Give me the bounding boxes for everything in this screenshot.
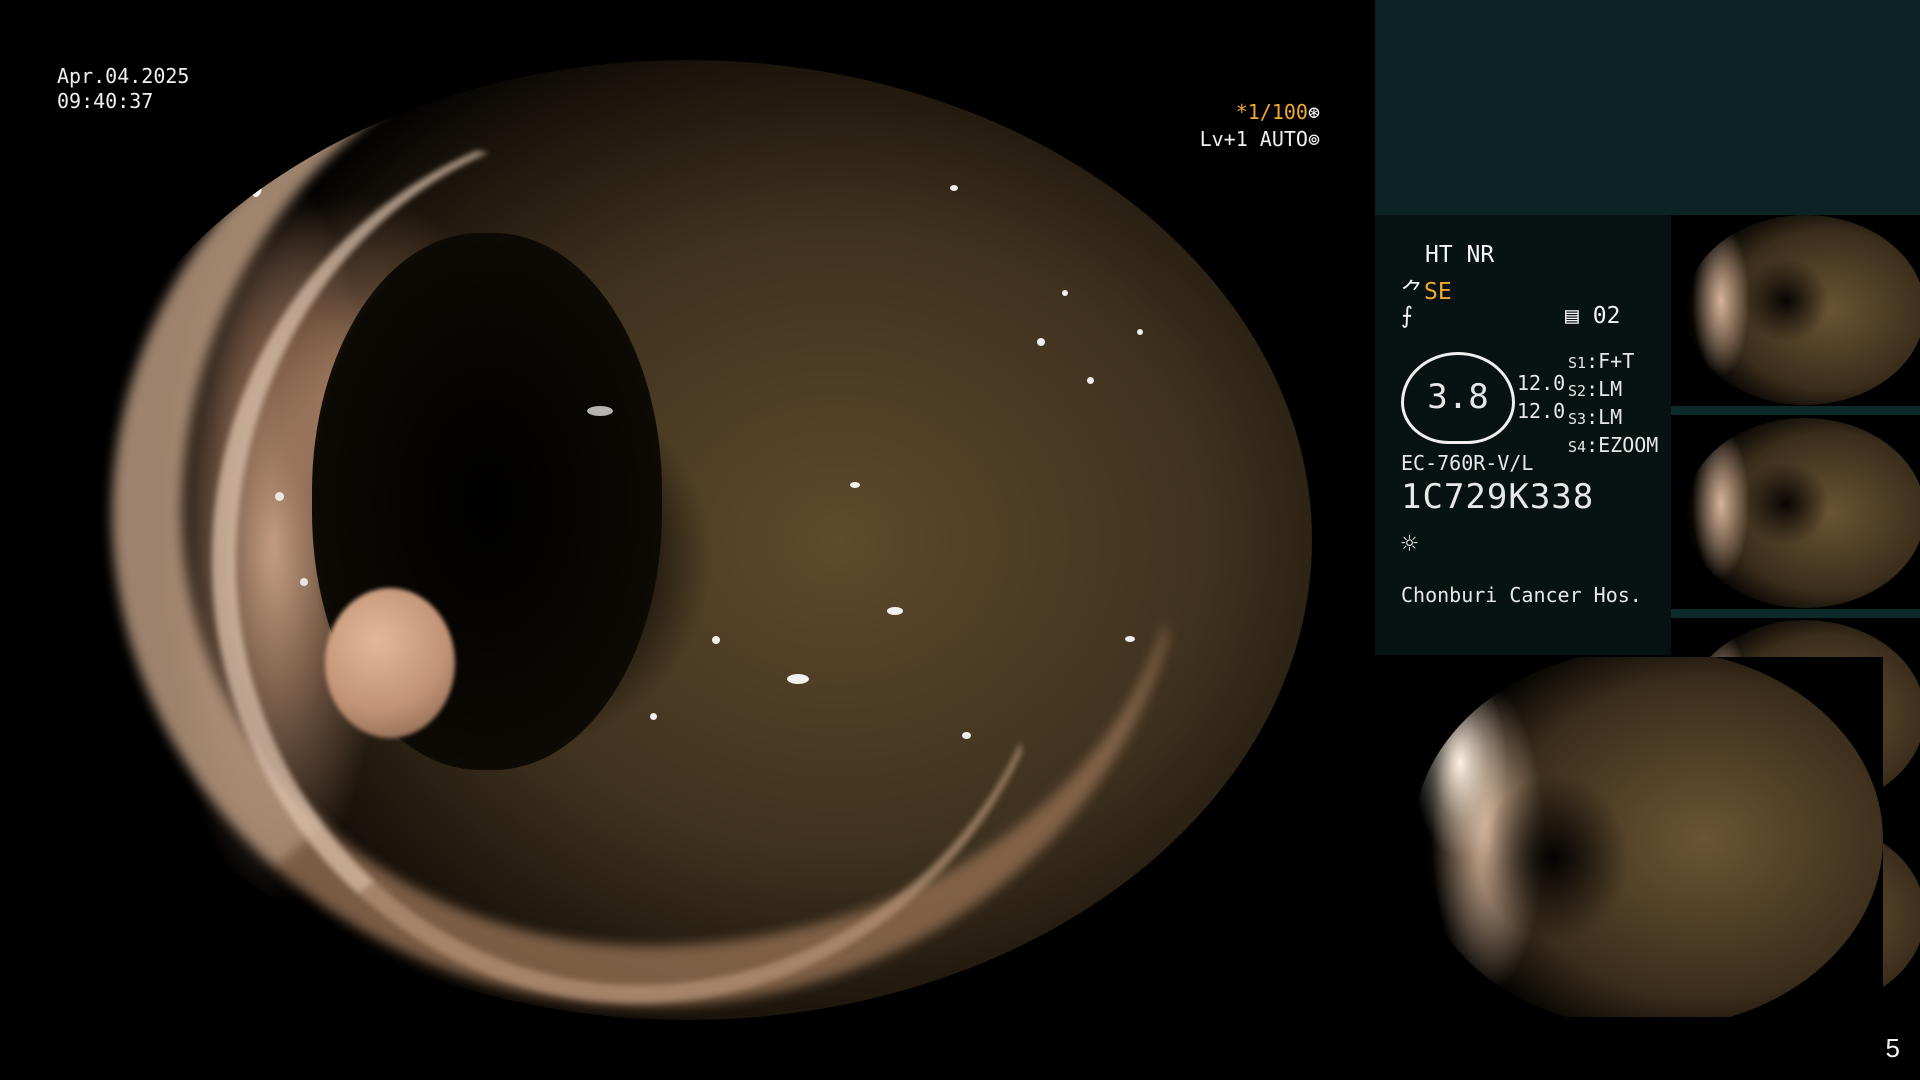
selected-capture-preview[interactable]: [1405, 657, 1883, 1017]
thumbnail-image: [1685, 418, 1920, 608]
color-mode-icon: ⨍: [1401, 303, 1413, 329]
specular-reflection: [249, 175, 262, 198]
setting-value-b: 12.0: [1517, 399, 1566, 423]
se-row: ⺈SE: [1401, 272, 1452, 306]
specular-reflection: [962, 732, 971, 739]
capture-thumbnail-2[interactable]: [1671, 418, 1920, 618]
exam-time: 09:40:37: [57, 89, 154, 113]
switch-s2: S2:LM: [1568, 377, 1623, 401]
specular-reflection: [1087, 376, 1094, 384]
shutter-speed: *1/100⊛: [1090, 100, 1320, 125]
panel-header-area: [1375, 0, 1920, 215]
thumbnail-image: [1685, 215, 1920, 405]
specular-reflection: [649, 712, 657, 720]
memory-icon: ▤: [1565, 303, 1579, 329]
switch-s3: S3:LM: [1568, 405, 1623, 429]
processor-info-box: HT NR ⺈SE ⨍ ▤ 02 3.8 12.0 12.0 S1:F+T S2…: [1375, 215, 1671, 655]
mucosal-fold-highlight: [212, 117, 1064, 1003]
specular-reflection: [299, 578, 308, 587]
specular-reflection: [237, 146, 247, 163]
iris-level-value: Lv+1 AUTO: [1199, 127, 1308, 151]
page-number: 5: [1885, 1033, 1900, 1063]
iris-level: Lv+1 AUTO⊚: [1090, 127, 1320, 152]
specular-reflection: [274, 492, 284, 501]
specular-reflection: [587, 405, 613, 416]
ht-nr-label: HT NR: [1425, 242, 1495, 268]
aperture-icon: ⊛: [1307, 100, 1320, 124]
endoscope-main-view: Apr.04.2025 09:40:37 *1/100⊛ Lv+1 AUTO⊚: [0, 0, 1375, 1080]
switch-s4: S4:EZOOM: [1568, 433, 1659, 457]
endoscopic-image: [62, 60, 1312, 1020]
hospital-name: Chonburi Cancer Hos.: [1401, 583, 1642, 607]
specular-reflection: [949, 184, 958, 191]
sun-icon: ☼: [1401, 527, 1418, 560]
specular-reflection: [293, 117, 302, 130]
zoom-value: 3.8: [1427, 377, 1489, 417]
switch-s1: S1:F+T: [1568, 349, 1635, 373]
memory-value: 02: [1592, 303, 1621, 329]
thumbnail-footer: [1671, 609, 1920, 618]
polyp-lesion: [324, 588, 455, 738]
memory-row: ▤ 02: [1565, 303, 1620, 329]
zoom-dial: 3.8: [1401, 352, 1515, 444]
auto-iris-icon: ⊚: [1307, 127, 1320, 151]
thumbnail-footer: [1671, 406, 1920, 415]
setting-value-a: 12.0: [1517, 371, 1566, 395]
se-label: SE: [1424, 279, 1452, 305]
shutter-value: *1/100: [1235, 100, 1308, 124]
capture-thumbnail-1[interactable]: [1671, 215, 1920, 415]
side-panel: HT NR ⺈SE ⨍ ▤ 02 3.8 12.0 12.0 S1:F+T S2…: [1375, 0, 1920, 1080]
specular-reflection: [1137, 328, 1143, 335]
preview-image: [1413, 657, 1883, 1017]
scope-model: EC-760R-V/L: [1401, 451, 1534, 475]
specular-reflection: [1124, 636, 1135, 642]
scope-switch-list: S1:F+T S2:LM S3:LM S4:EZOOM: [1568, 348, 1658, 460]
specular-reflection: [712, 636, 720, 644]
exam-date: Apr.04.2025: [57, 64, 190, 88]
scope-serial: 1C729K338: [1401, 477, 1595, 517]
structure-enhance-icon: ⺈: [1401, 279, 1424, 305]
